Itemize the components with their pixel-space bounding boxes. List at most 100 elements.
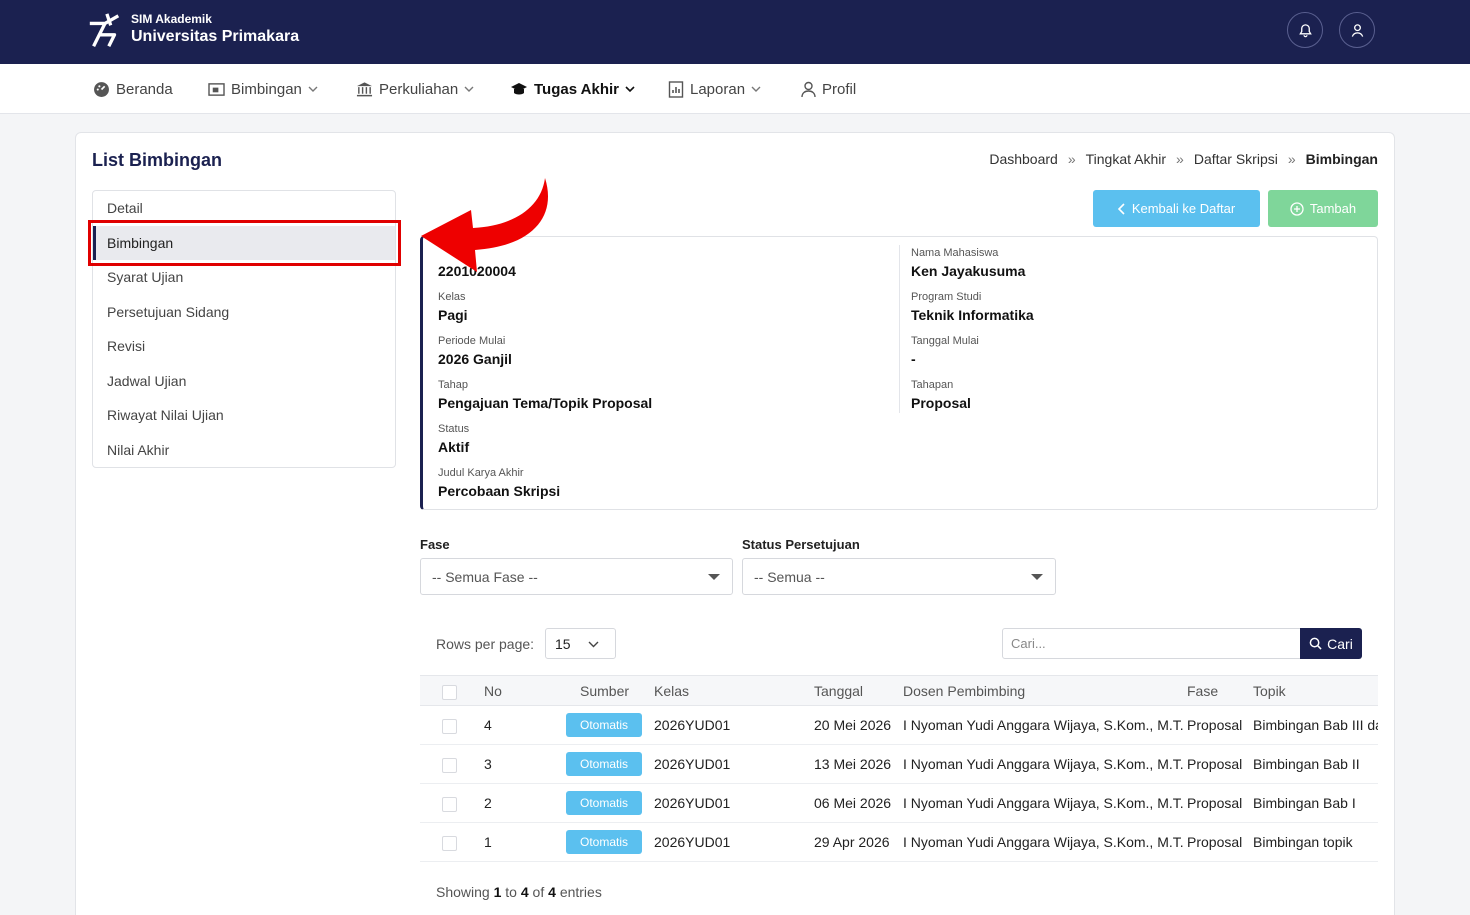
cell-no: 2	[484, 795, 492, 811]
row-checkbox[interactable]	[442, 719, 457, 734]
col-no[interactable]: No	[484, 683, 502, 699]
report-icon	[668, 80, 684, 98]
showing-from: 1	[493, 884, 502, 900]
tahapan-value: Proposal	[911, 395, 971, 411]
cell-fase: Proposal	[1187, 717, 1243, 733]
breadcrumb-current: Bimbingan	[1305, 151, 1378, 167]
rows-per-page-label: Rows per page:	[436, 636, 535, 652]
search-icon	[1309, 637, 1322, 650]
search-input[interactable]	[1002, 628, 1301, 659]
cell-fase: Proposal	[1187, 834, 1243, 850]
table-body: 4 Otomatis 2026YUD01 20 Mei 2026 I Nyoma…	[420, 706, 1378, 866]
dropdown-caret-icon	[1031, 574, 1043, 580]
nama-mahasiswa-value: Ken Jayakusuma	[911, 263, 1026, 279]
breadcrumb-separator: »	[1067, 151, 1076, 167]
nav-laporan[interactable]: Laporan	[668, 79, 761, 99]
cell-kelas: 2026YUD01	[654, 834, 731, 850]
side-item-riwayat-nilai-ujian[interactable]: Riwayat Nilai Ujian	[93, 398, 395, 432]
rows-per-page-select[interactable]: 15	[545, 628, 616, 659]
select-all-checkbox[interactable]	[442, 685, 457, 700]
fase-select-value: -- Semua Fase --	[432, 568, 538, 585]
cell-kelas: 2026YUD01	[654, 795, 731, 811]
info-divider	[899, 245, 900, 413]
sumber-badge: Otomatis	[566, 713, 642, 737]
col-fase[interactable]: Fase	[1187, 683, 1218, 699]
nav-perkuliahan[interactable]: Perkuliahan	[356, 79, 474, 99]
search-button[interactable]: Cari	[1300, 628, 1362, 659]
judul-value: Percobaan Skripsi	[438, 483, 561, 499]
cell-topik: Bimbingan Bab III dan	[1253, 717, 1378, 733]
nav-perkuliahan-label: Perkuliahan	[379, 80, 459, 98]
side-item-revisi[interactable]: Revisi	[93, 329, 395, 363]
back-to-list-button[interactable]: Kembali ke Daftar	[1093, 190, 1260, 227]
tahap-label: Tahap	[438, 379, 468, 391]
breadcrumb-dashboard[interactable]: Dashboard	[989, 151, 1058, 167]
showing-prefix: Showing	[436, 884, 490, 900]
cell-topik: Bimbingan topik	[1253, 834, 1353, 850]
cell-fase: Proposal	[1187, 756, 1243, 772]
user-menu-button[interactable]	[1339, 12, 1375, 48]
col-kelas[interactable]: Kelas	[654, 683, 689, 699]
fase-select[interactable]: -- Semua Fase --	[420, 558, 733, 595]
table-row[interactable]: 2 Otomatis 2026YUD01 06 Mei 2026 I Nyoma…	[420, 784, 1378, 823]
fase-label: Fase	[420, 537, 450, 552]
program-studi-label: Program Studi	[911, 291, 982, 303]
nav-bimbingan[interactable]: Bimbingan	[208, 79, 318, 99]
periode-mulai-label: Periode Mulai	[438, 335, 506, 347]
nav-beranda[interactable]: Beranda	[93, 79, 173, 99]
showing-total: 4	[548, 884, 556, 900]
plus-circle-icon	[1290, 201, 1304, 216]
cell-no: 1	[484, 834, 492, 850]
showing-to: 4	[520, 884, 529, 900]
add-button-label: Tambah	[1309, 201, 1357, 216]
breadcrumb-daftar-skripsi[interactable]: Daftar Skripsi	[1194, 151, 1278, 167]
chevron-down-icon	[751, 86, 761, 92]
tahap-value: Pengajuan Tema/Topik Proposal	[438, 395, 653, 411]
university-logo-icon[interactable]	[86, 12, 124, 50]
add-button[interactable]: Tambah	[1268, 190, 1378, 227]
row-checkbox[interactable]	[442, 797, 457, 812]
side-item-jadwal-ujian[interactable]: Jadwal Ujian	[93, 364, 395, 398]
nav-tugas-akhir[interactable]: Tugas Akhir	[510, 79, 635, 99]
table-row[interactable]: 1 Otomatis 2026YUD01 29 Apr 2026 I Nyoma…	[420, 823, 1378, 862]
col-topik[interactable]: Topik	[1253, 683, 1286, 699]
side-item-persetujuan-sidang[interactable]: Persetujuan Sidang	[93, 295, 395, 329]
cell-dosen: I Nyoman Yudi Anggara Wijaya, S.Kom., M.…	[903, 795, 1184, 811]
status-persetujuan-select[interactable]: -- Semua --	[742, 558, 1056, 595]
breadcrumb-separator: »	[1176, 151, 1184, 167]
cell-dosen: I Nyoman Yudi Anggara Wijaya, S.Kom., M.…	[903, 717, 1184, 733]
highlight-box	[88, 220, 401, 266]
cell-no: 3	[484, 756, 492, 772]
chevron-down-icon	[625, 85, 635, 92]
showing-entries-word: entries	[559, 884, 602, 900]
cell-topik: Bimbingan Bab I	[1253, 795, 1356, 811]
sumber-badge: Otomatis	[566, 791, 642, 815]
table-row[interactable]: 4 Otomatis 2026YUD01 20 Mei 2026 I Nyoma…	[420, 706, 1378, 745]
breadcrumb-tingkat-akhir[interactable]: Tingkat Akhir	[1086, 151, 1166, 167]
status-value: Aktif	[438, 439, 470, 455]
col-dosen[interactable]: Dosen Pembimbing	[903, 683, 1025, 699]
building-icon	[356, 82, 373, 97]
cell-dosen: I Nyoman Yudi Anggara Wijaya, S.Kom., M.…	[903, 834, 1184, 850]
status-select-value: -- Semua --	[754, 568, 825, 585]
bell-icon	[1298, 23, 1312, 37]
col-sumber[interactable]: Sumber	[580, 683, 629, 699]
nav-profil[interactable]: Profil	[801, 79, 856, 99]
notification-button[interactable]	[1287, 12, 1323, 48]
row-checkbox[interactable]	[442, 836, 457, 851]
cell-tanggal: 20 Mei 2026	[814, 717, 892, 733]
cell-tanggal: 06 Mei 2026	[814, 795, 892, 811]
row-checkbox[interactable]	[442, 758, 457, 773]
chevron-down-icon	[588, 641, 599, 648]
table-row[interactable]: 3 Otomatis 2026YUD01 13 Mei 2026 I Nyoma…	[420, 745, 1378, 784]
dashboard-icon	[94, 81, 109, 97]
user-icon	[1351, 23, 1363, 37]
cell-kelas: 2026YUD01	[654, 756, 731, 772]
nav-laporan-label: Laporan	[690, 80, 746, 98]
nav-profil-label: Profil	[822, 80, 857, 98]
cell-tanggal: 29 Apr 2026	[814, 834, 890, 850]
col-tanggal[interactable]: Tanggal	[814, 683, 863, 699]
nav-bimbingan-label: Bimbingan	[231, 80, 302, 98]
side-item-nilai-akhir[interactable]: Nilai Akhir	[93, 433, 395, 467]
cell-topik: Bimbingan Bab II	[1253, 756, 1360, 772]
